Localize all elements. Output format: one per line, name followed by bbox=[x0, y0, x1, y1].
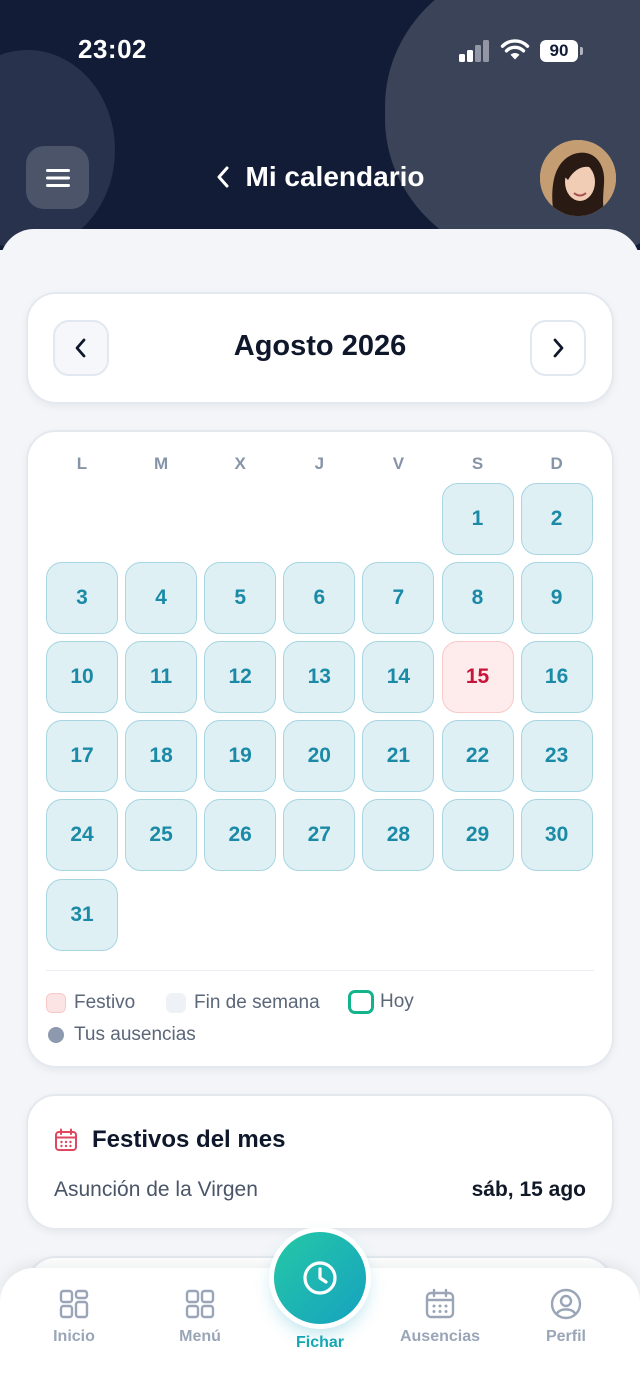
back-button[interactable] bbox=[216, 166, 230, 188]
calendar-day[interactable]: 20 bbox=[283, 720, 356, 793]
tab-inicio[interactable]: Inicio bbox=[14, 1288, 134, 1346]
calendar-day[interactable]: 30 bbox=[520, 799, 593, 872]
calendar-day[interactable]: 25 bbox=[125, 799, 198, 872]
calendar-day[interactable]: 14 bbox=[362, 641, 435, 714]
battery-tip bbox=[580, 47, 583, 55]
legend-divider bbox=[46, 970, 594, 971]
tab-perfil-label: Perfil bbox=[545, 1328, 586, 1345]
tab-fichar[interactable]: Fichar bbox=[260, 1326, 380, 1352]
weekday-label: L bbox=[76, 454, 88, 473]
tab-menu[interactable]: Menú bbox=[140, 1288, 260, 1346]
calendar-day[interactable]: 6 bbox=[283, 562, 356, 635]
legend-hoy: Hoy bbox=[348, 990, 414, 1014]
calendar-day[interactable]: 18 bbox=[125, 720, 198, 793]
calendar-day[interactable]: 8 bbox=[441, 562, 514, 635]
calendar-day[interactable]: 27 bbox=[283, 799, 356, 872]
calendar-day[interactable]: 3 bbox=[46, 562, 118, 635]
today-swatch bbox=[348, 990, 374, 1014]
legend-hoy-label: Hoy bbox=[380, 991, 414, 1012]
tab-ausencias-label: Ausencias bbox=[399, 1328, 481, 1345]
clock-icon bbox=[303, 1261, 337, 1295]
signal-icon bbox=[459, 40, 491, 62]
holiday-date: sáb, 15 ago bbox=[471, 1178, 586, 1201]
month-label: Agosto 2026 bbox=[233, 330, 407, 362]
avatar[interactable] bbox=[538, 138, 618, 218]
fichar-button[interactable] bbox=[274, 1232, 366, 1324]
weekday-label: S bbox=[471, 454, 484, 473]
avatar-image bbox=[540, 140, 616, 216]
tab-fichar-label: Fichar bbox=[295, 1334, 344, 1351]
weekday-label: M bbox=[154, 454, 169, 473]
calendar-day[interactable]: 9 bbox=[520, 562, 593, 635]
grid-icon bbox=[59, 1289, 89, 1319]
weekday-label: J bbox=[314, 454, 325, 473]
user-circle-icon bbox=[550, 1288, 582, 1320]
calendar-day[interactable]: 7 bbox=[362, 562, 435, 635]
calendar-day-holiday[interactable]: 15 bbox=[441, 641, 514, 714]
weekday-label: V bbox=[392, 454, 405, 473]
calendar-day[interactable]: 26 bbox=[204, 799, 277, 872]
weekend-swatch bbox=[166, 993, 186, 1013]
absence-dot bbox=[48, 1027, 64, 1043]
legend-ausencias: Tus ausencias bbox=[48, 1024, 196, 1046]
calendar-icon bbox=[55, 1128, 77, 1151]
calendar-day[interactable]: 24 bbox=[46, 799, 118, 872]
next-month-button[interactable] bbox=[530, 320, 586, 376]
calendar-day[interactable]: 2 bbox=[520, 483, 593, 555]
tab-menu-label: Menú bbox=[179, 1328, 221, 1345]
calendar-day[interactable]: 17 bbox=[46, 720, 118, 793]
weekday-label: D bbox=[550, 454, 563, 473]
festivo-swatch bbox=[46, 993, 66, 1013]
calendar-day[interactable]: 13 bbox=[283, 641, 356, 714]
calendar-day[interactable]: 31 bbox=[46, 878, 118, 951]
calendar-day[interactable]: 23 bbox=[520, 720, 593, 793]
legend-festivo: Festivo bbox=[46, 992, 135, 1014]
weekday-label: X bbox=[234, 454, 246, 473]
legend-fin-de-semana: Fin de semana bbox=[166, 992, 320, 1014]
battery-indicator: 90 bbox=[540, 40, 578, 62]
calendar-day[interactable]: 11 bbox=[125, 641, 198, 714]
calendar-icon bbox=[425, 1288, 455, 1319]
calendar-day[interactable]: 16 bbox=[520, 641, 593, 714]
calendar-day[interactable]: 19 bbox=[204, 720, 277, 793]
calendar-day[interactable]: 29 bbox=[441, 799, 514, 872]
calendar-day[interactable]: 12 bbox=[204, 641, 277, 714]
chevron-right-icon bbox=[553, 338, 564, 358]
calendar-day[interactable]: 4 bbox=[125, 562, 198, 635]
wifi-icon bbox=[500, 39, 530, 60]
tab-perfil[interactable]: Perfil bbox=[506, 1288, 626, 1346]
calendar-day[interactable]: 28 bbox=[362, 799, 435, 872]
chevron-left-icon bbox=[217, 166, 229, 188]
legend-festivo-label: Festivo bbox=[74, 992, 136, 1013]
legend-ausencias-label: Tus ausencias bbox=[74, 1024, 196, 1045]
status-time: 23:02 bbox=[78, 34, 147, 64]
tab-inicio-label: Inicio bbox=[53, 1328, 95, 1345]
tab-ausencias[interactable]: Ausencias bbox=[380, 1288, 500, 1346]
calendar-day[interactable]: 21 bbox=[362, 720, 435, 793]
festivos-card: Festivos del mes Asunción de la Virgen s… bbox=[26, 1094, 614, 1230]
month-selector: Agosto 2026 bbox=[26, 292, 614, 404]
calendar-day[interactable]: 10 bbox=[46, 641, 118, 714]
menu-grid-icon bbox=[185, 1289, 215, 1319]
calendar-day[interactable]: 5 bbox=[204, 562, 277, 635]
page-title: Mi calendario bbox=[245, 161, 425, 192]
calendar-grid: Festivo Fin de semana Hoy Tus ausencias … bbox=[26, 430, 614, 1068]
status-bar: 23:02 90 bbox=[0, 0, 640, 100]
calendar-day[interactable]: 22 bbox=[441, 720, 514, 793]
calendar-day[interactable]: 1 bbox=[441, 483, 514, 555]
legend-fin-label: Fin de semana bbox=[194, 992, 320, 1013]
festivos-title: Festivos del mes bbox=[92, 1126, 286, 1153]
holiday-name: Asunción de la Virgen bbox=[54, 1178, 258, 1201]
